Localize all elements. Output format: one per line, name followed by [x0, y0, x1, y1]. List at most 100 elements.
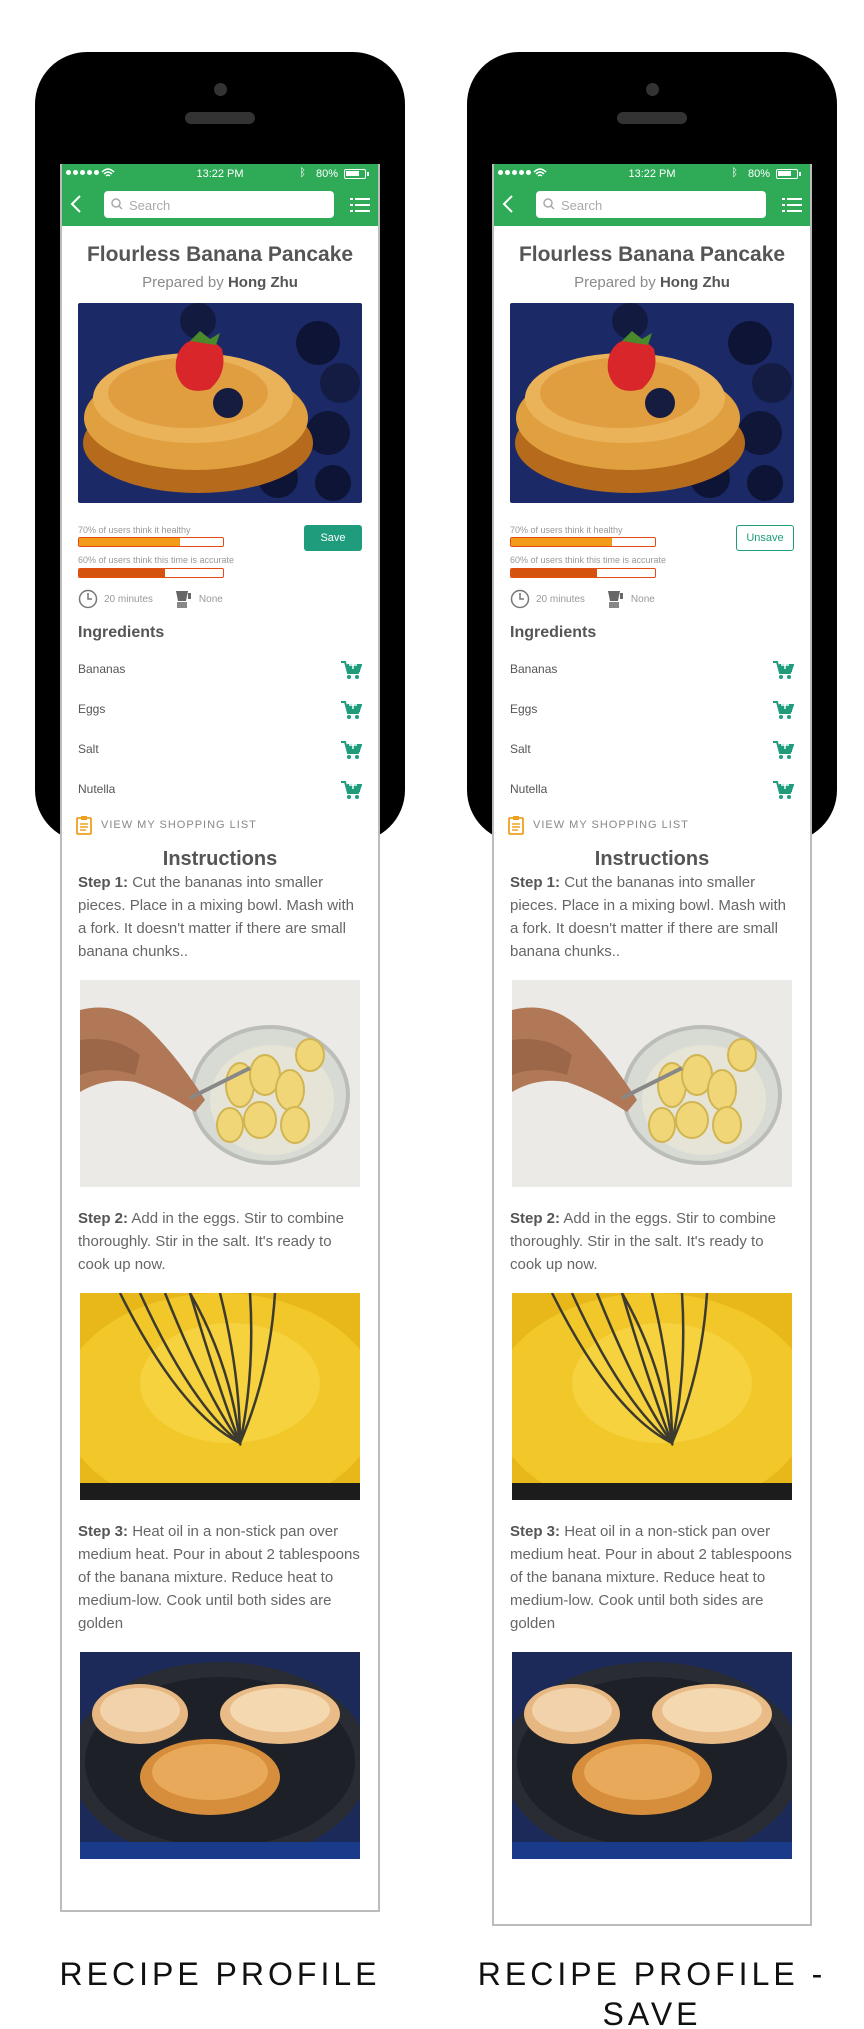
add-to-cart-icon[interactable]	[772, 660, 794, 680]
ingredient-row: Nutella	[78, 762, 362, 802]
camera-dot	[214, 83, 227, 96]
add-to-cart-icon[interactable]	[340, 660, 362, 680]
recipe-title: Flourless Banana Pancake	[86, 243, 354, 266]
cook-time: 20 minutes	[536, 593, 585, 605]
view-shopping-list-link[interactable]: VIEW MY SHOPPING LIST	[508, 815, 810, 835]
prepared-by: Prepared by Hong Zhu	[62, 274, 378, 291]
search-input[interactable]: Search	[536, 191, 766, 218]
recipe-meta: 20 minutes None	[510, 589, 655, 609]
status-bar: 13:22 PM ᛒ 80%	[62, 164, 378, 184]
step-label: Step 1:	[510, 874, 561, 891]
back-arrow-icon[interactable]	[70, 194, 82, 214]
ingredient-name: Nutella	[78, 782, 116, 796]
step-1-image	[80, 980, 360, 1187]
healthy-progress-bar	[510, 537, 656, 547]
accurate-progress-bar	[78, 568, 224, 578]
instructions-heading: Instructions	[162, 848, 278, 870]
ingredients-heading: Ingredients	[78, 624, 165, 641]
rating-stats: 70% of users think it healthy 60% of use…	[510, 525, 794, 609]
accurate-progress-bar	[510, 568, 656, 578]
add-to-cart-icon[interactable]	[340, 700, 362, 720]
ingredient-row: Eggs	[510, 682, 794, 722]
healthy-label: 70% of users think it healthy	[78, 525, 191, 535]
add-to-cart-icon[interactable]	[772, 700, 794, 720]
cook-time: 20 minutes	[104, 593, 153, 605]
ingredient-row: Nutella	[510, 762, 794, 802]
add-to-cart-icon[interactable]	[340, 740, 362, 760]
instruction-step: Step 1: Cut the bananas into smaller pie…	[510, 871, 796, 963]
list-menu-icon[interactable]	[350, 197, 370, 213]
step-3-image	[80, 1652, 360, 1859]
view-shopping-list-link[interactable]: VIEW MY SHOPPING LIST	[76, 815, 378, 835]
prepared-prefix: Prepared by	[142, 274, 224, 291]
instructions-heading: Instructions	[594, 848, 710, 870]
search-icon	[111, 198, 123, 210]
author-name[interactable]: Hong Zhu	[660, 274, 730, 291]
list-menu-icon[interactable]	[782, 197, 802, 213]
step-label: Step 3:	[78, 1523, 129, 1540]
add-to-cart-icon[interactable]	[772, 740, 794, 760]
bluetooth-icon: ᛒ	[731, 167, 738, 179]
ingredient-name: Salt	[510, 742, 531, 756]
unsave-button[interactable]: Unsave	[736, 525, 794, 551]
ingredient-name: Eggs	[78, 702, 106, 716]
clock-icon	[510, 589, 530, 609]
ingredient-name: Bananas	[510, 662, 558, 676]
rating-stats: 70% of users think it healthy 60% of use…	[78, 525, 362, 609]
search-placeholder: Search	[129, 198, 171, 213]
nav-bar: Search	[494, 184, 810, 226]
speaker-slot	[617, 112, 687, 124]
step-2-image	[512, 1293, 792, 1500]
recipe-title: Flourless Banana Pancake	[518, 243, 786, 266]
shopping-list-label: VIEW MY SHOPPING LIST	[101, 819, 257, 831]
save-button[interactable]: Save	[304, 525, 362, 551]
step-label: Step 2:	[510, 1210, 561, 1227]
recipe-hero-image	[78, 303, 362, 503]
step-label: Step 2:	[78, 1210, 129, 1227]
ingredient-row: Eggs	[78, 682, 362, 722]
instruction-step: Step 1: Cut the bananas into smaller pie…	[78, 871, 364, 963]
recipe-meta: 20 minutes None	[78, 589, 223, 609]
accurate-label: 60% of users think this time is accurate	[510, 555, 667, 565]
accurate-label: 60% of users think this time is accurate	[78, 555, 235, 565]
add-to-cart-icon[interactable]	[340, 780, 362, 800]
caption-recipe-profile: RECIPE PROFILE	[59, 1956, 381, 1992]
ingredient-row: Bananas	[78, 642, 362, 682]
status-bar: 13:22 PM ᛒ 80%	[494, 164, 810, 184]
step-label: Step 1:	[78, 874, 129, 891]
clipboard-icon	[508, 816, 524, 835]
healthy-progress-bar	[78, 537, 224, 547]
back-arrow-icon[interactable]	[502, 194, 514, 214]
recipe-hero-image	[510, 303, 794, 503]
caption-recipe-profile-save: RECIPE PROFILE - SAVE	[452, 1954, 852, 2029]
ingredients-heading: Ingredients	[510, 624, 597, 641]
prepared-prefix: Prepared by	[574, 274, 656, 291]
ingredient-row: Salt	[510, 722, 794, 762]
ingredient-row: Salt	[78, 722, 362, 762]
search-input[interactable]: Search	[104, 191, 334, 218]
blender-icon	[175, 591, 191, 608]
battery-icon	[344, 169, 369, 179]
tools-value: None	[630, 593, 655, 605]
healthy-label: 70% of users think it healthy	[510, 525, 623, 535]
ingredient-name: Bananas	[78, 662, 126, 676]
ingredient-row: Bananas	[510, 642, 794, 682]
battery-percent: 80%	[747, 168, 770, 180]
bluetooth-icon: ᛒ	[299, 167, 306, 179]
ingredient-name: Nutella	[510, 782, 548, 796]
ingredient-name: Eggs	[510, 702, 538, 716]
clock-icon	[78, 589, 98, 609]
speaker-slot	[185, 112, 255, 124]
healthy-progress-fill	[79, 538, 180, 546]
battery-icon	[776, 169, 801, 179]
author-name[interactable]: Hong Zhu	[228, 274, 298, 291]
step-3-image	[512, 1652, 792, 1859]
healthy-progress-fill	[511, 538, 612, 546]
step-1-image	[512, 980, 792, 1187]
camera-dot	[646, 83, 659, 96]
add-to-cart-icon[interactable]	[772, 780, 794, 800]
instruction-step: Step 3: Heat oil in a non-stick pan over…	[78, 1520, 364, 1635]
search-placeholder: Search	[561, 198, 603, 213]
clipboard-icon	[76, 816, 92, 835]
battery-percent: 80%	[315, 168, 338, 180]
